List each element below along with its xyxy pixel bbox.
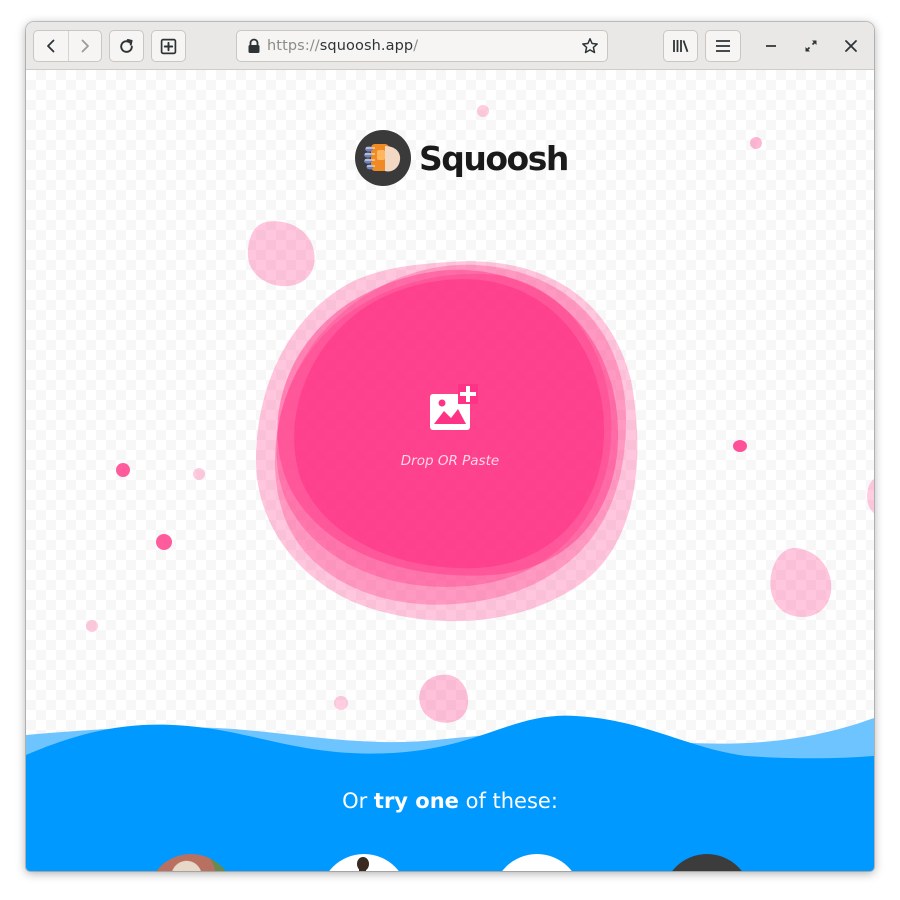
small-blob [193, 468, 205, 480]
address-bar[interactable]: https://squoosh.app/ [236, 30, 608, 62]
nav-button-group [33, 30, 102, 62]
reload-button[interactable] [109, 30, 144, 62]
try-suffix: of these: [458, 789, 558, 813]
star-icon[interactable] [581, 37, 599, 55]
small-blob [770, 547, 832, 617]
small-blob [477, 105, 489, 117]
browser-toolbar: https://squoosh.app/ [26, 22, 874, 70]
drop-label: Drop OR Paste [400, 453, 500, 469]
back-button[interactable] [34, 31, 69, 61]
url-text: https://squoosh.app/ [267, 38, 418, 54]
forward-button[interactable] [68, 31, 101, 61]
browser-window: https://squoosh.app/ Squoosh Drop OR Pas… [26, 22, 874, 871]
try-demo-heading: Or try one of these: [26, 789, 874, 813]
library-button[interactable] [663, 30, 698, 62]
reload-icon [120, 38, 133, 53]
chevron-left-icon [47, 39, 55, 53]
small-blob [247, 221, 315, 287]
app-logo: Squoosh [355, 130, 569, 186]
small-blob [750, 137, 762, 149]
drop-zone[interactable]: Drop OR Paste [326, 370, 574, 480]
try-prefix: Or [342, 789, 374, 813]
menu-button[interactable] [705, 30, 741, 62]
wave-background [26, 715, 874, 871]
add-image-icon [430, 384, 478, 430]
new-tab-button[interactable] [151, 30, 186, 62]
minimize-icon [766, 45, 776, 47]
new-tab-icon [160, 38, 177, 54]
maximize-button[interactable] [801, 36, 821, 56]
minimize-button[interactable] [761, 36, 781, 56]
small-blob [86, 620, 98, 632]
library-icon [672, 40, 688, 53]
logo-text: Squoosh [419, 138, 569, 178]
hamburger-menu-icon [716, 40, 730, 52]
close-button[interactable] [841, 36, 861, 56]
close-icon [845, 40, 857, 52]
chevron-right-icon [81, 39, 89, 53]
url-host: squoosh.app [319, 38, 414, 54]
small-blob [867, 478, 874, 514]
lock-icon [248, 38, 260, 53]
try-strong: try one [373, 789, 459, 813]
small-blob [116, 463, 130, 477]
maximize-icon [805, 40, 817, 52]
page-content: Squoosh Drop OR Paste Or try one of thes… [26, 70, 874, 871]
small-blob [733, 440, 747, 452]
url-scheme: https:// [267, 38, 320, 54]
url-path: / [413, 38, 419, 54]
small-blob [156, 534, 172, 550]
squoosh-logo-icon [355, 130, 411, 186]
